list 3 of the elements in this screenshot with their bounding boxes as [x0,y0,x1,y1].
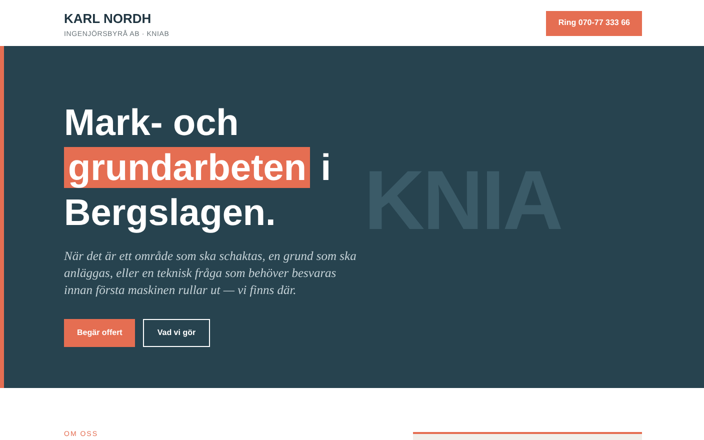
brand-name[interactable]: KARL NORDH [64,12,170,25]
services-button[interactable]: Vad vi gör [143,319,210,347]
hero-intro: När det är ett område som ska schaktas, en grund som ska anläggas, eller en teknisk fråga som behöver besvaras innan första maskinen rullar ut — vi finns där. [64,248,358,299]
